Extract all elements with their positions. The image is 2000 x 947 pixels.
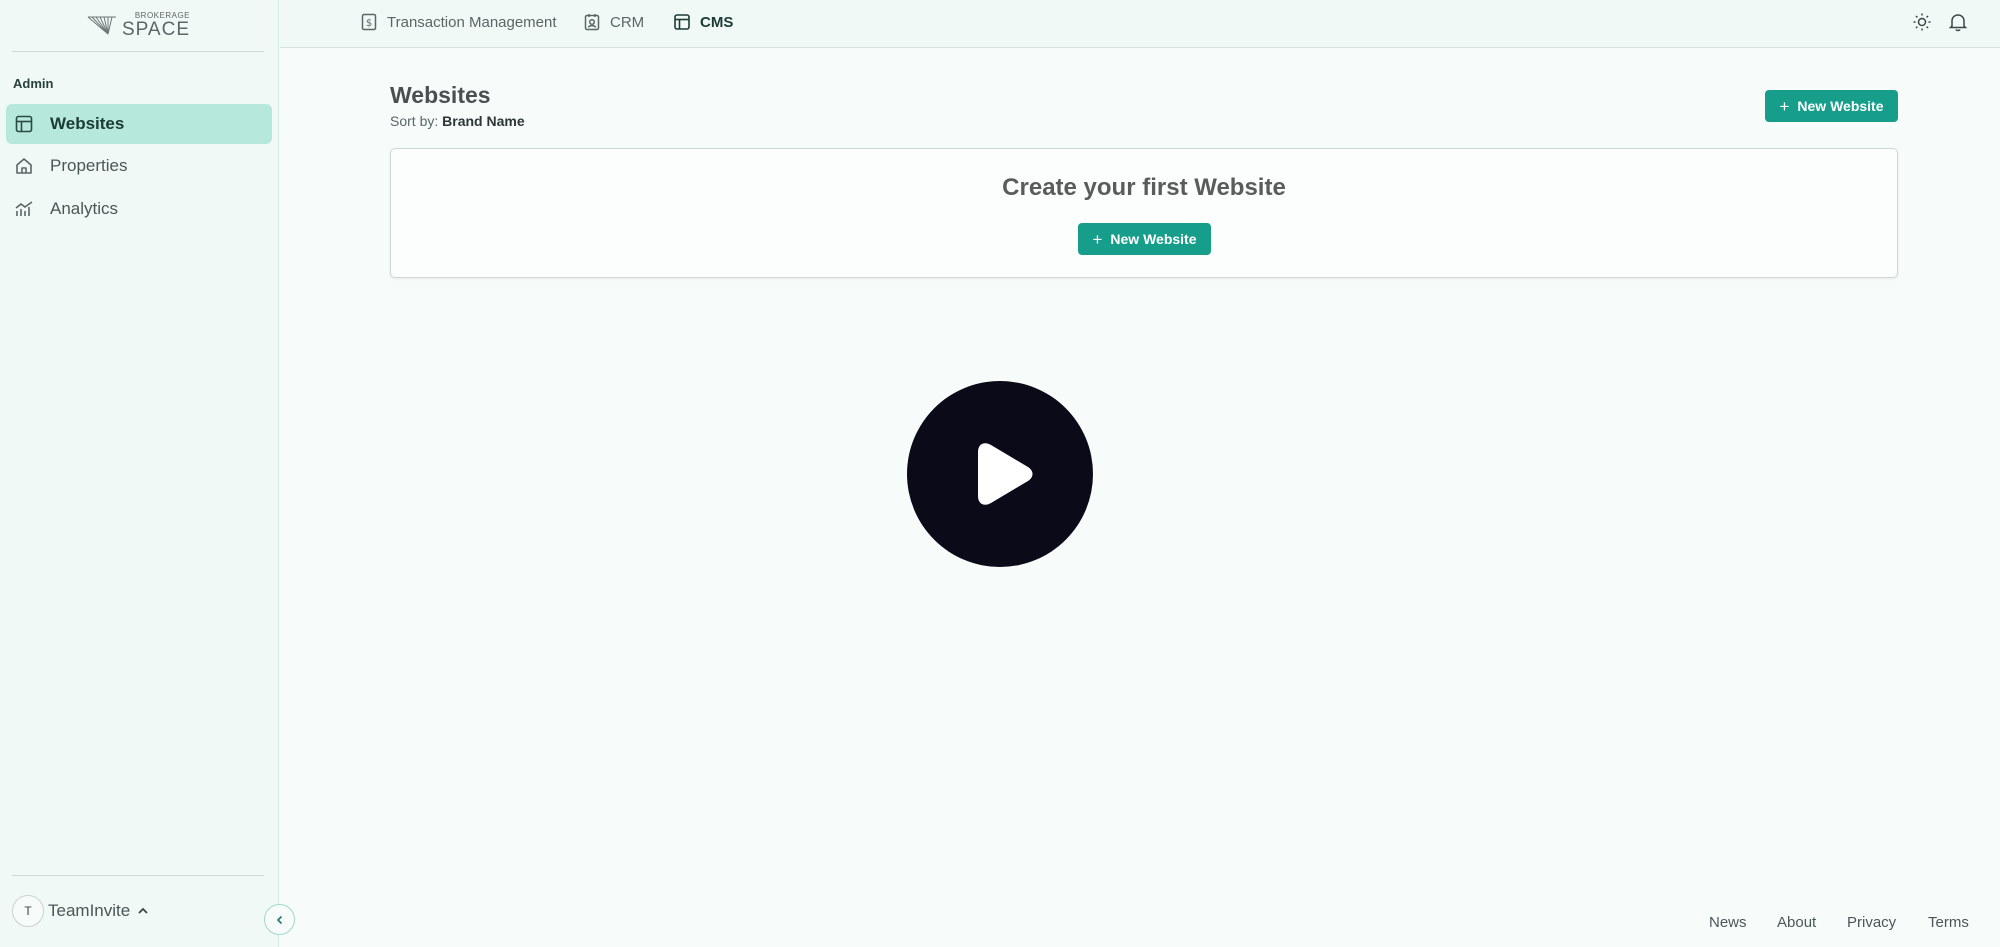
plus-icon: + <box>1779 96 1790 116</box>
footer-link-news[interactable]: News <box>1709 914 1747 931</box>
button-label: New Website <box>1110 231 1197 247</box>
sidebar-section-label: Admin <box>13 76 54 91</box>
sort-control[interactable]: Sort by: Brand Name <box>390 113 525 129</box>
contact-badge-icon <box>583 13 601 31</box>
sidebar: BROKERAGE SPACE Admin Websites Propertie… <box>0 0 279 947</box>
page-title: Websites <box>390 82 491 108</box>
layout-icon <box>14 114 34 134</box>
dollar-doc-icon: $ <box>360 13 378 31</box>
chevron-up-icon <box>136 904 150 918</box>
plus-icon: + <box>1092 229 1103 249</box>
button-label: New Website <box>1797 98 1884 114</box>
logo-mark-icon <box>87 16 116 35</box>
brand-wordmark: BROKERAGE SPACE <box>122 11 191 40</box>
sidebar-item-properties[interactable]: Properties <box>6 146 272 186</box>
avatar: T <box>12 895 44 927</box>
brand-logo[interactable]: BROKERAGE SPACE <box>86 10 196 40</box>
user-name: TeamInvite <box>48 901 131 920</box>
play-video-button[interactable] <box>907 381 1093 567</box>
chevron-left-icon <box>276 915 282 924</box>
sun-icon <box>1913 13 1931 31</box>
footer-link-terms[interactable]: Terms <box>1928 914 1969 931</box>
divider <box>12 875 264 876</box>
new-website-button[interactable]: + New Website <box>1765 90 1898 122</box>
brand-big: SPACE <box>122 18 191 40</box>
sidebar-item-label: Websites <box>50 114 125 133</box>
empty-new-website-button[interactable]: + New Website <box>1078 223 1211 255</box>
collapse-sidebar-button[interactable] <box>264 904 295 935</box>
footer-link-about[interactable]: About <box>1777 914 1816 931</box>
tab-label: Transaction Management <box>387 13 557 31</box>
play-icon <box>978 443 1033 505</box>
divider <box>12 51 264 52</box>
tab-label: CMS <box>700 13 734 31</box>
sidebar-item-analytics[interactable]: Analytics <box>6 189 272 229</box>
notifications-button[interactable] <box>1947 11 1969 33</box>
bell-icon <box>1948 14 1968 32</box>
top-bar: $ Transaction Management CRM CMS <box>280 0 2000 48</box>
theme-toggle-button[interactable] <box>1911 11 1933 33</box>
empty-state-title: Create your first Website <box>1002 174 1286 201</box>
empty-state-card: Create your first Website + New Website <box>390 148 1898 278</box>
tab-cms[interactable]: CMS <box>673 0 733 44</box>
tab-transaction-management[interactable]: $ Transaction Management <box>360 0 557 44</box>
sidebar-item-label: Analytics <box>50 199 119 218</box>
user-menu[interactable]: T TeamInvite <box>12 895 150 927</box>
sort-label: Sort by: <box>390 113 439 129</box>
layout-icon <box>673 13 691 31</box>
footer-link-privacy[interactable]: Privacy <box>1847 914 1896 931</box>
chart-icon <box>14 199 34 219</box>
sidebar-item-websites[interactable]: Websites <box>6 104 272 144</box>
svg-text:$: $ <box>366 18 372 29</box>
sort-value: Brand Name <box>442 113 525 129</box>
tab-crm[interactable]: CRM <box>583 0 644 44</box>
sidebar-item-label: Properties <box>50 156 128 175</box>
home-icon <box>14 156 34 176</box>
tab-label: CRM <box>610 13 645 31</box>
